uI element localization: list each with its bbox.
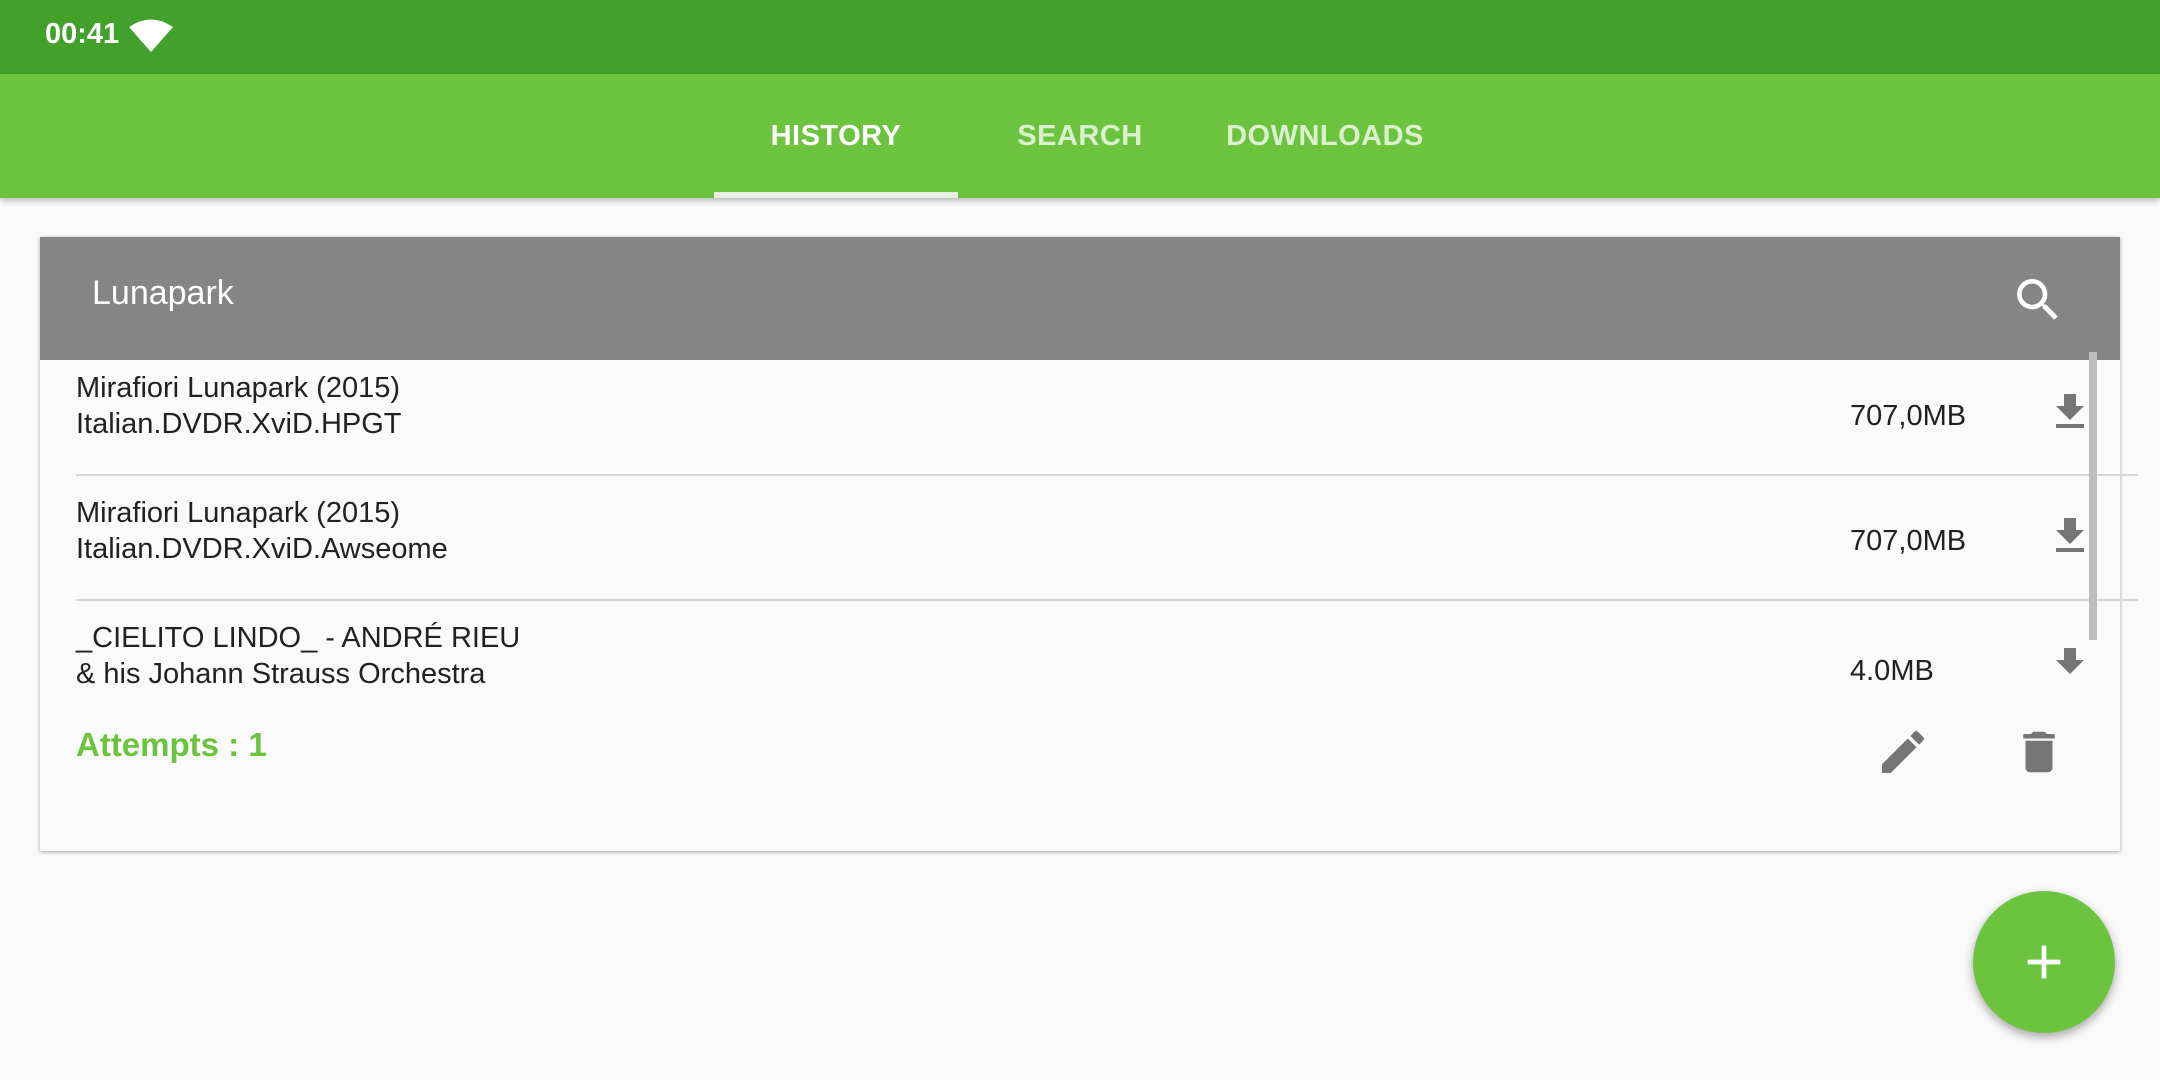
item-title-line1: _CIELITO LINDO_ - ANDRÉ RIEU <box>76 622 521 654</box>
item-title: Mirafiori Lunapark (2015) Italian.DVDR.X… <box>76 495 448 567</box>
wifi-icon <box>129 19 173 52</box>
card-header: Lunapark <box>40 237 2120 360</box>
tab-search[interactable]: SEARCH <box>980 74 1180 198</box>
download-icon[interactable] <box>2046 642 2094 690</box>
divider <box>76 599 2138 601</box>
tab-downloads[interactable]: DOWNLOADS <box>1210 74 1440 198</box>
active-tab-indicator <box>714 192 958 198</box>
item-size: 707,0MB <box>1850 525 1967 557</box>
list-item[interactable]: Mirafiori Lunapark (2015) Italian.DVDR.X… <box>76 370 2096 470</box>
item-title-line2: Italian.DVDR.XviD.Awseome <box>76 533 448 565</box>
item-title-line2: Italian.DVDR.XviD.HPGT <box>76 408 402 440</box>
item-size: 707,0MB <box>1850 400 1967 432</box>
download-icon[interactable] <box>2046 512 2094 560</box>
list-item[interactable]: Mirafiori Lunapark (2015) Italian.DVDR.X… <box>76 495 2096 595</box>
history-card: Lunapark Mirafiori Lunapark (2015) Itali… <box>40 237 2138 851</box>
search-query-title: Lunapark <box>92 274 234 312</box>
tab-history[interactable]: HISTORY <box>714 74 958 198</box>
item-title: Mirafiori Lunapark (2015) Italian.DVDR.X… <box>76 370 402 442</box>
list-item[interactable]: _CIELITO LINDO_ - ANDRÉ RIEU & his Johan… <box>76 620 2096 720</box>
status-bar: 00:41 <box>0 0 2160 74</box>
trash-icon[interactable] <box>2012 724 2066 780</box>
item-size: 4.0MB <box>1850 655 1934 687</box>
plus-icon <box>2027 945 2061 979</box>
attempts-label: Attempts : 1 <box>76 726 267 763</box>
pencil-icon[interactable] <box>1875 724 1931 780</box>
search-icon[interactable] <box>2010 272 2066 328</box>
status-time: 00:41 <box>45 18 120 50</box>
item-title-line1: Mirafiori Lunapark (2015) <box>76 372 400 404</box>
app-bar: HISTORY SEARCH DOWNLOADS <box>0 74 2160 198</box>
item-title-line2: & his Johann Strauss Orchestra <box>76 658 486 690</box>
download-icon[interactable] <box>2046 388 2094 436</box>
item-title: _CIELITO LINDO_ - ANDRÉ RIEU & his Johan… <box>76 620 520 692</box>
scrollbar[interactable] <box>2089 352 2097 640</box>
add-button[interactable] <box>1973 891 2115 1033</box>
item-title-line1: Mirafiori Lunapark (2015) <box>76 497 400 529</box>
divider <box>76 474 2138 476</box>
